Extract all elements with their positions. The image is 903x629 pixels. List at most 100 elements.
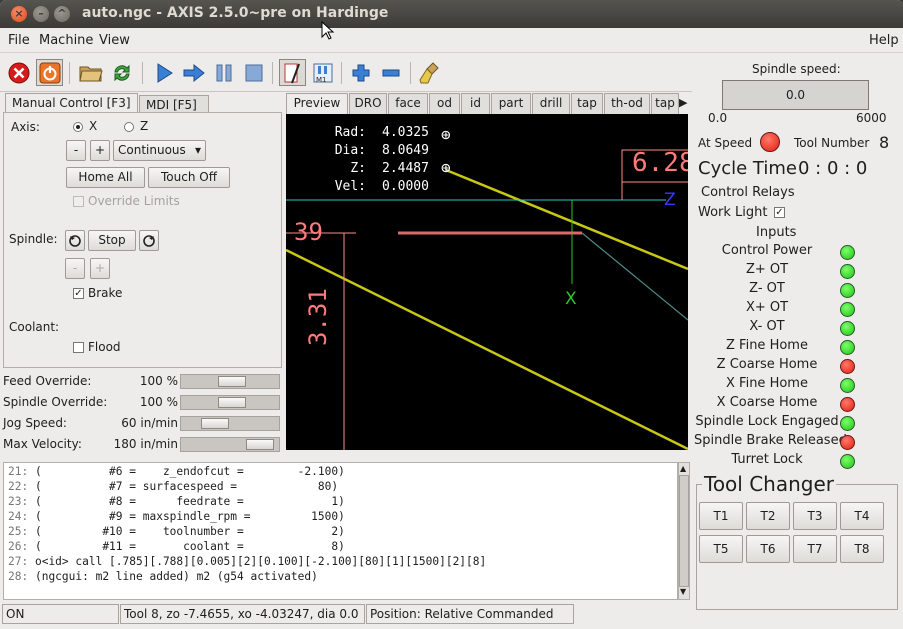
estop-icon[interactable] <box>5 59 32 86</box>
tab-part[interactable]: part <box>491 93 531 114</box>
menu-file[interactable]: File <box>8 33 30 48</box>
window-title: auto.ngc - AXIS 2.5.0~pre on Hardinge <box>82 5 389 21</box>
at-speed-led <box>760 132 780 152</box>
svg-text:⊕: ⊕ <box>441 125 451 144</box>
reload-icon[interactable] <box>108 59 135 86</box>
tab-tap-2[interactable]: tap <box>651 93 679 114</box>
scrollbar-thumb[interactable] <box>679 475 689 587</box>
tool-button-t7[interactable]: T7 <box>793 535 837 563</box>
svg-text:⊕: ⊕ <box>441 158 451 177</box>
work-light-label: Work Light <box>698 205 768 220</box>
power-icon[interactable] <box>36 59 63 86</box>
code-line: 21: ( #6 = z_endofcut = -2.100) <box>8 465 345 478</box>
input-led <box>840 340 855 355</box>
step-icon[interactable] <box>180 59 207 86</box>
slider-thumb[interactable] <box>218 376 246 387</box>
axis-label: Axis: <box>11 120 40 134</box>
block-delete-icon[interactable] <box>279 59 306 86</box>
axis-x-label: X <box>89 119 98 133</box>
spindle-override-slider[interactable] <box>180 395 280 410</box>
max-velocity-slider[interactable] <box>180 437 280 452</box>
tab-od[interactable]: od <box>429 93 460 114</box>
touch-off-button[interactable]: Touch Off <box>148 167 230 188</box>
minimize-icon[interactable]: – <box>33 6 49 22</box>
scroll-down-icon[interactable]: ▼ <box>680 587 686 596</box>
menu-view[interactable]: View <box>99 33 130 48</box>
home-all-button[interactable]: Home All <box>66 167 145 188</box>
maximize-icon[interactable]: ^ <box>54 6 70 22</box>
tool-button-t2[interactable]: T2 <box>746 502 790 530</box>
jog-speed-slider[interactable] <box>180 416 280 431</box>
input-led <box>840 435 855 450</box>
tab-preview[interactable]: Preview <box>286 93 348 114</box>
input-label: X Coarse Home <box>716 395 818 410</box>
feed-override-slider[interactable] <box>180 374 280 389</box>
run-icon[interactable] <box>150 59 177 86</box>
tool-button-t3[interactable]: T3 <box>793 502 837 530</box>
slider-thumb[interactable] <box>246 439 274 450</box>
spindle-slower-button[interactable]: - <box>65 258 85 279</box>
zoom-in-icon[interactable] <box>347 59 374 86</box>
coolant-label: Coolant: <box>9 320 60 334</box>
tab-face[interactable]: face <box>388 93 428 114</box>
tool-button-t6[interactable]: T6 <box>746 535 790 563</box>
spindle-reverse-button[interactable] <box>65 230 85 251</box>
flood-checkbox[interactable] <box>73 342 84 353</box>
gcode-scrollbar[interactable]: ▲ ▼ <box>678 462 690 600</box>
spindle-label: Spindle: <box>9 232 58 246</box>
tool-button-t5[interactable]: T5 <box>699 535 743 563</box>
jog-mode-select[interactable]: Continuous ▾ <box>113 140 206 161</box>
spindle-scale-max: 6000 <box>856 111 887 125</box>
tab-scroll-right-icon[interactable]: ▶ <box>679 96 687 109</box>
dimension-top: 6.28 <box>632 148 688 178</box>
spindle-forward-button[interactable] <box>139 230 159 251</box>
close-icon[interactable]: × <box>11 6 27 22</box>
tool-button-t1[interactable]: T1 <box>699 502 743 530</box>
spindle-scale-min: 0.0 <box>708 111 728 125</box>
code-line: 25: ( #10 = toolnumber = 2) <box>8 525 345 538</box>
code-line: 23: ( #8 = feedrate = 1) <box>8 495 345 508</box>
zoom-out-icon[interactable] <box>377 59 404 86</box>
input-label: Spindle Lock Engaged <box>695 414 839 429</box>
menu-machine[interactable]: Machine <box>39 33 93 48</box>
tab-drill[interactable]: drill <box>532 93 570 114</box>
tab-mdi[interactable]: MDI [F5] <box>139 95 209 113</box>
jog-plus-button[interactable]: + <box>90 140 110 161</box>
brake-checkbox[interactable]: ✓ <box>73 288 84 299</box>
input-label: Z Coarse Home <box>716 357 818 372</box>
work-light-checkbox[interactable]: ✓ <box>774 207 785 218</box>
toolpath-preview[interactable]: ⊕ ⊕ Rad: 4.0325 Dia: 8.0649 Z: 2.4487 Ve… <box>286 114 688 450</box>
tab-dro[interactable]: DRO <box>349 93 387 114</box>
stop-program-icon[interactable] <box>240 59 267 86</box>
axis-z-radio[interactable] <box>124 122 134 132</box>
tab-tap[interactable]: tap <box>571 93 603 114</box>
axis-x-radio[interactable] <box>73 122 83 132</box>
spindle-speed-display: 0.0 <box>722 80 869 110</box>
scroll-up-icon[interactable]: ▲ <box>680 464 686 473</box>
slider-thumb[interactable] <box>218 397 246 408</box>
chevron-down-icon: ▾ <box>194 143 201 157</box>
clear-plot-icon[interactable] <box>417 59 444 86</box>
spindle-faster-button[interactable]: + <box>90 258 110 279</box>
z-axis-label: Z <box>664 190 676 210</box>
tab-manual-control[interactable]: Manual Control [F3] <box>5 93 138 113</box>
optional-stop-icon[interactable]: M1 <box>309 59 336 86</box>
open-file-icon[interactable] <box>77 59 104 86</box>
cycle-time-value: 0 : 0 : 0 <box>798 158 868 179</box>
tab-th-od[interactable]: th-od <box>604 93 650 114</box>
input-label: X Fine Home <box>726 376 808 391</box>
jog-minus-button[interactable]: - <box>66 140 86 161</box>
gcode-listing[interactable]: 21: ( #6 = z_endofcut = -2.100) 22: ( #7… <box>3 462 678 600</box>
pause-icon[interactable] <box>210 59 237 86</box>
override-limits-label: Override Limits <box>88 194 180 208</box>
dro-label: Z: <box>350 161 366 176</box>
tool-button-t4[interactable]: T4 <box>840 502 884 530</box>
spindle-stop-button[interactable]: Stop <box>88 230 136 251</box>
control-relays-label: Control Relays <box>701 185 795 200</box>
override-limits-checkbox[interactable] <box>73 196 84 207</box>
menu-help[interactable]: Help <box>869 33 899 48</box>
tab-id[interactable]: id <box>461 93 490 114</box>
slider-thumb[interactable] <box>201 418 229 429</box>
tool-button-t8[interactable]: T8 <box>840 535 884 563</box>
toolbar: M1 <box>0 54 692 92</box>
